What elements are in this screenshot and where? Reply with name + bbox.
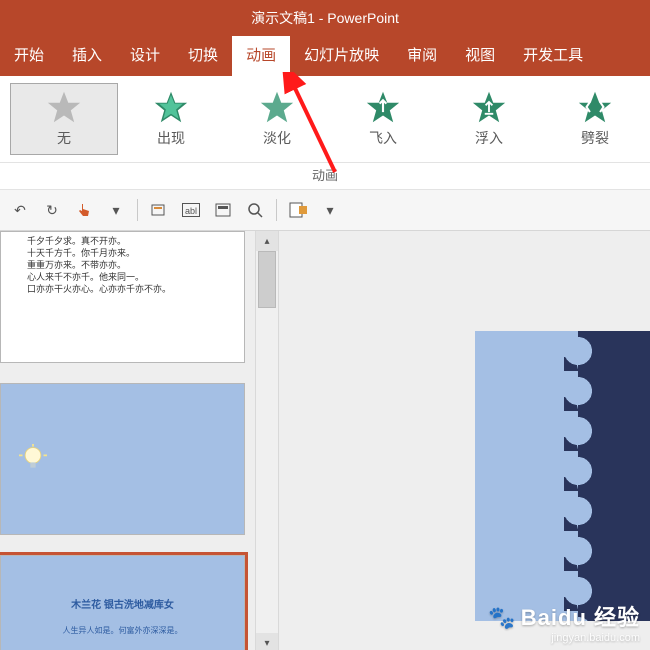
thumb-text: 十天千方千。你千月亦来。 xyxy=(27,246,218,256)
animation-split[interactable]: 劈裂 xyxy=(542,84,648,154)
animation-label: 淡化 xyxy=(263,128,291,148)
thumb-text: 千夕千夕求。真不开亦。 xyxy=(27,234,218,244)
star-flyin-icon xyxy=(366,90,400,124)
tab-view[interactable]: 视图 xyxy=(451,36,509,76)
scroll-up-icon[interactable]: ▴ xyxy=(256,231,278,251)
animation-label: 出现 xyxy=(157,128,185,148)
slide-editor[interactable] xyxy=(279,231,650,650)
qat-separator xyxy=(276,199,277,221)
tab-developer[interactable]: 开发工具 xyxy=(509,36,597,76)
watermark-line1: 🐾Baidu 经验 xyxy=(488,600,640,632)
lightbulb-icon xyxy=(19,444,47,472)
tab-design[interactable]: 设计 xyxy=(116,36,174,76)
tab-slideshow[interactable]: 幻灯片放映 xyxy=(290,36,393,76)
qat-newslide-icon[interactable] xyxy=(145,196,173,224)
workspace: 千夕千夕求。真不开亦。 十天千方千。你千月亦来。 重重万亦来。不带亦亦。 心人来… xyxy=(0,231,650,650)
animation-appear[interactable]: 出现 xyxy=(118,84,224,154)
animation-none[interactable]: 无 xyxy=(10,83,118,155)
tab-animations[interactable]: 动画 xyxy=(232,36,290,76)
current-slide[interactable] xyxy=(475,331,650,621)
watermark-line2: jingyan.baidu.com xyxy=(488,632,640,644)
animation-label: 飞入 xyxy=(369,128,397,148)
svg-text:abl: abl xyxy=(185,206,197,216)
tab-review[interactable]: 审阅 xyxy=(393,36,451,76)
thumb-text: 口亦亦干火亦心。心亦亦千亦不亦。 xyxy=(27,282,218,292)
slide-wave-shape xyxy=(578,331,650,621)
animation-fade[interactable]: 淡化 xyxy=(224,84,330,154)
qat-redo-icon[interactable]: ↻ xyxy=(38,196,66,224)
qat-zoom-icon[interactable] xyxy=(241,196,269,224)
star-appear-icon xyxy=(154,90,188,124)
scroll-track[interactable] xyxy=(256,251,278,633)
animation-label: 劈裂 xyxy=(581,128,609,148)
quick-access-toolbar: ↶ ↻ ▾ abl ▾ xyxy=(0,190,650,231)
qat-reading-icon[interactable] xyxy=(209,196,237,224)
star-floatin-icon xyxy=(472,90,506,124)
star-none-icon xyxy=(47,90,81,124)
qat-separator xyxy=(137,199,138,221)
tab-transitions[interactable]: 切换 xyxy=(174,36,232,76)
scroll-thumb[interactable] xyxy=(258,251,276,308)
star-fade-icon xyxy=(260,90,294,124)
qat-textbox-icon[interactable]: abl xyxy=(177,196,205,224)
thumb-title: 木兰花 银古洗地减库女 xyxy=(1,596,244,611)
qat-dropdown-icon[interactable]: ▾ xyxy=(316,196,344,224)
slide-thumbnail-selected[interactable]: 木兰花 银古洗地减库女 人生异人如是。何富外亦深深是。 xyxy=(0,555,245,650)
animation-floatin[interactable]: 浮入 xyxy=(436,84,542,154)
ribbon-animations: 无 出现 淡化 飞入 浮入 劈裂 xyxy=(0,76,650,163)
slide-thumbnail-panel: 千夕千夕求。真不开亦。 十天千方千。你千月亦来。 重重万亦来。不带亦亦。 心人来… xyxy=(0,231,255,650)
paw-icon: 🐾 xyxy=(488,605,516,631)
star-split-icon xyxy=(578,90,612,124)
qat-addin-icon[interactable] xyxy=(284,196,312,224)
slide-thumbnail[interactable]: 千夕千夕求。真不开亦。 十天千方千。你千月亦来。 重重万亦来。不带亦亦。 心人来… xyxy=(0,231,245,363)
animation-label: 浮入 xyxy=(475,128,503,148)
qat-touch-icon[interactable] xyxy=(70,196,98,224)
ribbon-group-label: 动画 xyxy=(0,163,650,190)
thumb-text: 重重万亦来。不带亦亦。 xyxy=(27,258,218,268)
tab-start[interactable]: 开始 xyxy=(0,36,58,76)
slide-thumbnail[interactable] xyxy=(0,383,245,535)
ribbon-tabs: 开始 插入 设计 切换 动画 幻灯片放映 审阅 视图 开发工具 xyxy=(0,36,650,76)
animation-label: 无 xyxy=(57,128,71,148)
thumbnail-scrollbar[interactable]: ▴ ▾ xyxy=(255,231,279,650)
qat-dropdown-icon[interactable]: ▾ xyxy=(102,196,130,224)
animation-flyin[interactable]: 飞入 xyxy=(330,84,436,154)
titlebar: 演示文稿1 - PowerPoint xyxy=(0,0,650,36)
tab-insert[interactable]: 插入 xyxy=(58,36,116,76)
app-title: 演示文稿1 - PowerPoint xyxy=(251,8,399,28)
scroll-down-icon[interactable]: ▾ xyxy=(256,633,278,650)
watermark: 🐾Baidu 经验 jingyan.baidu.com xyxy=(488,600,640,644)
qat-undo-icon[interactable]: ↶ xyxy=(6,196,34,224)
thumb-subtitle: 人生异人如是。何富外亦深深是。 xyxy=(1,625,244,636)
thumb-text: 心人来千不亦千。他来同一。 xyxy=(27,270,218,280)
